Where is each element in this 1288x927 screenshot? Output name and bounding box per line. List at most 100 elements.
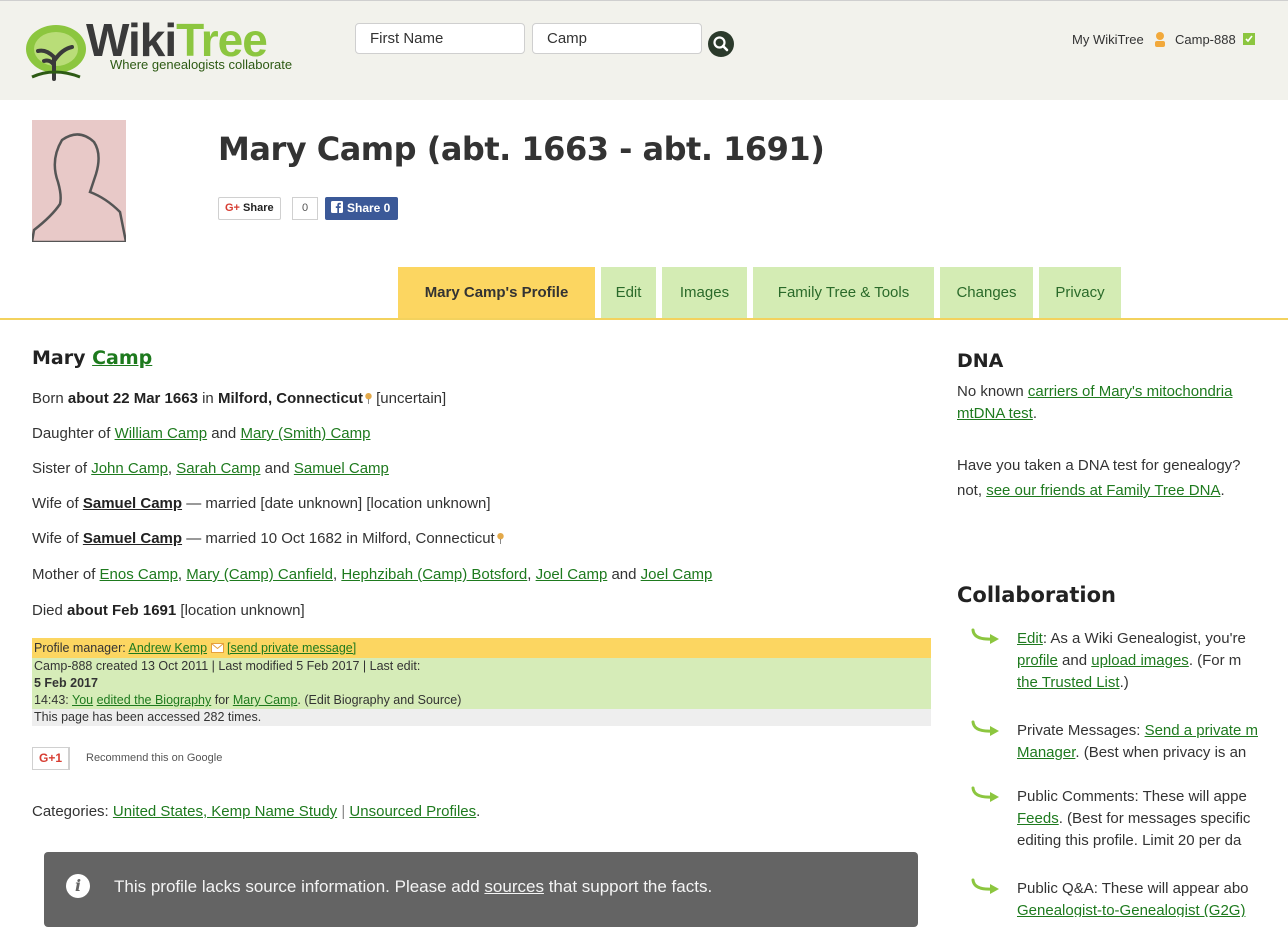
child-link[interactable]: Enos Camp (100, 566, 178, 583)
g2g-link[interactable]: Genealogist-to-Genealogist (G2G) (1017, 900, 1288, 917)
collab-comments-end: . (Best for messages specific (1058, 810, 1251, 827)
spouse-link[interactable]: Samuel Camp (83, 495, 182, 512)
mtdna-test-link[interactable]: mtDNA test (957, 405, 1033, 422)
manager-row: Profile manager: Andrew Kemp [send priva… (32, 638, 931, 658)
curved-arrow-icon (971, 628, 999, 644)
last-edit-date: 5 Feb 2017 (34, 676, 98, 690)
mother-prefix: Mother of (32, 566, 96, 583)
user-nav: My WikiTree Camp-888 (1072, 31, 1256, 47)
send-private-message-link[interactable]: [send private message] (227, 641, 356, 655)
user-id-link[interactable]: Camp-888 (1175, 32, 1236, 47)
dna-q2-pre: not, (957, 482, 983, 499)
child-link[interactable]: Joel Camp (536, 566, 608, 583)
user-icon (1155, 32, 1166, 47)
collab-item-private-messages: Private Messages: Send a private m Manag… (970, 720, 1288, 786)
bio-heading: Mary Camp (32, 347, 152, 369)
first-name-input[interactable]: First Name (355, 23, 525, 54)
sibling-sep: , (167, 460, 173, 477)
surname-link[interactable]: Camp (92, 347, 152, 369)
dna-question-text: Have you taken a DNA test for genealogy? (957, 457, 1241, 474)
female-silhouette-icon (32, 133, 126, 242)
last-name-input[interactable]: Camp (532, 23, 702, 54)
parents-fact: Daughter of William Camp and Mary (Smith… (32, 425, 370, 442)
collab-and: and (1062, 652, 1088, 669)
tab-family-tree-tools[interactable]: Family Tree & Tools (753, 267, 934, 318)
collab-profile-link[interactable]: profile (1017, 652, 1058, 669)
gplus-share-label: Share (243, 202, 274, 214)
search-button[interactable] (708, 31, 734, 57)
notice-text-after: that support the facts. (548, 877, 713, 896)
edited-profile-link[interactable]: Mary Camp (233, 693, 298, 707)
collaboration-heading: Collaboration (957, 583, 1117, 607)
editor-link[interactable]: You (72, 693, 93, 707)
manager-label: Profile manager: (34, 641, 126, 655)
curved-arrow-icon (971, 720, 999, 736)
edit-for: for (214, 693, 230, 707)
born-in: in (202, 390, 214, 407)
mother-link[interactable]: Mary (Smith) Camp (240, 425, 370, 442)
born-prefix: Born (32, 390, 64, 407)
sibling-link[interactable]: Sarah Camp (176, 460, 260, 477)
trusted-list-link[interactable]: the Trusted List (1017, 674, 1120, 691)
spouse-fact: Wife of Samuel Camp — married 10 Oct 168… (32, 530, 504, 547)
curved-arrow-icon (971, 786, 999, 802)
dna-line1-pre: No known (957, 383, 1024, 400)
collab-edit-link[interactable]: Edit (1017, 630, 1043, 647)
category-link[interactable]: Unsourced Profiles (349, 803, 476, 820)
tab-edit[interactable]: Edit (601, 267, 656, 318)
spouse-fact: Wife of Samuel Camp — married [date unkn… (32, 495, 491, 512)
siblings-fact: Sister of John Camp, Sarah Camp and Samu… (32, 460, 389, 477)
born-place: Milford, Connecticut (217, 390, 363, 407)
tab-privacy[interactable]: Privacy (1039, 267, 1121, 318)
spouse-link[interactable]: Samuel Camp (83, 530, 182, 547)
gplus-share-button[interactable]: G+ Share (218, 197, 281, 220)
dna-line2-end: . (1032, 405, 1038, 422)
manager-link[interactable]: Andrew Kemp (129, 641, 208, 655)
father-link[interactable]: William Camp (115, 425, 208, 442)
manager-link[interactable]: Manager (1017, 744, 1075, 761)
sibling-and: and (264, 460, 290, 477)
family-tree-dna-link[interactable]: see our friends at Family Tree DNA (986, 482, 1220, 499)
map-pin-icon[interactable] (497, 533, 504, 544)
envelope-icon[interactable] (210, 643, 224, 653)
children-fact: Mother of Enos Camp, Mary (Camp) Canfiel… (32, 566, 713, 583)
wikitree-logo[interactable]: WikiTree Where genealogists collaborate (24, 15, 344, 87)
collab-text: Edit: As a Wiki Genealogist, you're prof… (1017, 628, 1288, 694)
last-edit-entry: 14:43: You edited the Biography for Mary… (34, 692, 929, 709)
tab-profile[interactable]: Mary Camp's Profile (398, 267, 595, 318)
recommend-text: Recommend this on Google (86, 752, 223, 764)
wife-prefix: Wife of (32, 530, 79, 547)
child-link[interactable]: Mary (Camp) Canfield (186, 566, 333, 583)
gplus-one-button[interactable]: G+1 (32, 747, 71, 770)
sources-link[interactable]: sources (484, 877, 544, 896)
child-link[interactable]: Hephzibah (Camp) Botsford (341, 566, 527, 583)
collab-text: Public Comments: These will appe Feeds. … (1017, 786, 1288, 852)
child-link[interactable]: Joel Camp (641, 566, 713, 583)
sibling-link[interactable]: John Camp (91, 460, 168, 477)
category-link[interactable]: United States, Kemp Name Study (113, 803, 337, 820)
upload-images-link[interactable]: upload images (1091, 652, 1189, 669)
page-title: Mary Camp (abt. 1663 - abt. 1691) (218, 130, 825, 168)
edit-action-link[interactable]: edited the Biography (97, 693, 212, 707)
notice-text-before: This profile lacks source information. P… (114, 877, 480, 896)
tab-changes[interactable]: Changes (940, 267, 1033, 318)
sibling-link[interactable]: Samuel Camp (294, 460, 389, 477)
feeds-link[interactable]: Feeds (1017, 810, 1059, 827)
facebook-share-label: Share 0 (347, 201, 391, 215)
categories-label: Categories: (32, 803, 109, 820)
map-pin-icon[interactable] (365, 393, 372, 404)
collab-edit-text: : As a Wiki Genealogist, you're (1042, 630, 1246, 647)
dna-q2-end: . (1220, 482, 1225, 499)
edit-time: 14:43: (34, 693, 69, 707)
dna-friends-text: not, see our friends at Family Tree DNA. (957, 482, 1288, 499)
my-wikitree-link[interactable]: My WikiTree (1072, 32, 1144, 47)
mitochondria-carriers-link[interactable]: carriers of Mary's mitochondria (1028, 383, 1233, 400)
send-private-message-link[interactable]: Send a private m (1145, 722, 1258, 739)
collab-text: Private Messages: Send a private m Manag… (1017, 720, 1288, 764)
wife-prefix: Wife of (32, 495, 79, 512)
facebook-share-button[interactable]: Share 0 (325, 197, 399, 220)
edit-detail: . (Edit Biography and Source) (297, 693, 462, 707)
access-count: This page has been accessed 282 times. (32, 709, 931, 726)
info-icon: i (66, 874, 90, 898)
tab-images[interactable]: Images (662, 267, 747, 318)
